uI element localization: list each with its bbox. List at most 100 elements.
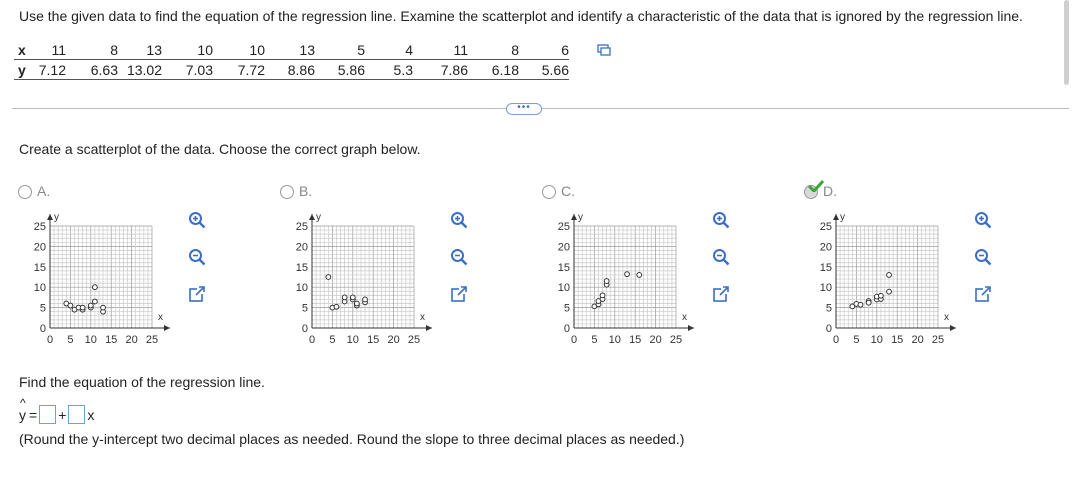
y-tick-label: 0 [40, 323, 46, 335]
zoom-out-icon[interactable] [188, 248, 206, 266]
x-value: 6 [519, 40, 569, 60]
scatterplot-option-c: 0 5 10 15 20 25 25 20 15 10 5 0 x y [558, 212, 694, 346]
data-point [333, 303, 340, 310]
option-label[interactable]: A. [37, 183, 50, 199]
y-tick-label: 20 [558, 241, 570, 253]
y-value: 13.02 [118, 59, 162, 80]
correct-check-icon [808, 180, 824, 192]
open-new-window-icon[interactable] [712, 285, 730, 303]
x-value: 5 [315, 40, 365, 60]
x-axis-label: x [682, 312, 687, 323]
y-value: 7.03 [162, 59, 213, 80]
x-tick-label: 15 [105, 334, 117, 346]
x-tick-label: 15 [891, 334, 903, 346]
regression-prompt: Find the equation of the regression line… [19, 374, 265, 390]
y-value: 5.3 [365, 59, 413, 80]
more-button[interactable]: ••• [506, 103, 542, 115]
zoom-in-icon[interactable] [712, 211, 730, 229]
option-b-radio[interactable] [280, 185, 294, 199]
x-axis-label: x [420, 312, 425, 323]
data-point [865, 299, 872, 306]
y-axis-label: y [316, 212, 321, 223]
y-tick-label: 15 [34, 262, 46, 274]
zoom-out-icon[interactable] [974, 248, 992, 266]
y-value: 5.66 [519, 59, 569, 80]
y-value: 7.86 [413, 59, 468, 80]
option-label[interactable]: B. [299, 183, 312, 199]
scatterplot-option-d: 0 5 10 15 20 25 25 20 15 10 5 0 x y [820, 212, 956, 346]
data-point [325, 274, 332, 280]
y-tick-label: 0 [826, 323, 832, 335]
x-tick-label: 5 [853, 334, 859, 346]
data-point [100, 304, 106, 311]
y-axis-arrow [571, 214, 577, 220]
y-tick-label: 10 [558, 282, 570, 294]
copy-data-icon[interactable] [597, 44, 611, 56]
scatterplot-option-b: 0 5 10 15 20 25 25 20 15 10 5 0 x y [296, 212, 432, 346]
x-tick-label: 20 [125, 334, 137, 346]
x-tick-label: 10 [609, 334, 621, 346]
hat-symbol: ^ [20, 395, 26, 410]
option-label[interactable]: D. [823, 183, 837, 199]
data-point [886, 288, 892, 295]
x-tick-label: 0 [309, 334, 315, 346]
scatterplot-prompt: Create a scatterplot of the data. Choose… [19, 141, 421, 157]
x-tick-label: 10 [347, 334, 359, 346]
data-point [91, 284, 98, 291]
slope-input[interactable] [68, 405, 86, 424]
y-tick-label: 0 [564, 323, 570, 335]
y-axis-label: y [840, 212, 845, 223]
instruction-text: Use the given data to find the equation … [19, 8, 1023, 24]
equals-sign: = [29, 406, 38, 423]
x-tick-label: 15 [367, 334, 379, 346]
intercept-input[interactable] [39, 405, 57, 424]
x-tick-label: 10 [871, 334, 883, 346]
x-row: x 11 8 13 10 10 13 5 4 11 8 6 [14, 40, 569, 60]
zoom-out-icon[interactable] [712, 248, 730, 266]
y-tick-label: 20 [34, 241, 46, 253]
zoom-in-icon[interactable] [188, 211, 206, 229]
zoom-in-icon[interactable] [450, 211, 468, 229]
y-label: y [14, 59, 32, 80]
x-value: 13 [265, 40, 315, 60]
zoom-in-icon[interactable] [974, 211, 992, 229]
y-value: 7.12 [32, 59, 66, 80]
option-label[interactable]: C. [561, 183, 575, 199]
x-label: x [14, 40, 32, 60]
data-point [79, 304, 86, 311]
x-tick-label: 20 [911, 334, 923, 346]
x-value: 4 [365, 40, 413, 60]
y-tick-label: 20 [296, 241, 308, 253]
x-tick-label: 0 [571, 334, 577, 346]
data-point [362, 296, 368, 303]
data-point [636, 272, 643, 278]
x-value: 11 [413, 40, 468, 60]
x-tick-label: 0 [47, 334, 53, 346]
y-tick-label: 10 [34, 282, 46, 294]
x-tick-label: 25 [670, 334, 682, 346]
x-tick-label: 25 [932, 334, 944, 346]
y-tick-label: 25 [820, 221, 832, 233]
y-tick-label: 5 [302, 303, 308, 315]
x-axis-label: x [944, 312, 949, 323]
x-tick-label: 20 [649, 334, 661, 346]
open-new-window-icon[interactable] [974, 285, 992, 303]
x-value: 10 [213, 40, 265, 60]
open-new-window-icon[interactable] [188, 285, 206, 303]
option-c-radio[interactable] [542, 185, 556, 199]
y-tick-label: 25 [558, 221, 570, 233]
scrollbar-thumb[interactable] [1064, 0, 1069, 85]
y-tick-label: 5 [40, 303, 46, 315]
y-tick-label: 10 [296, 282, 308, 294]
data-point [624, 271, 630, 278]
y-tick-label: 15 [296, 262, 308, 274]
data-point [91, 298, 98, 305]
y-tick-label: 10 [820, 282, 832, 294]
y-axis-arrow [47, 214, 53, 220]
open-new-window-icon[interactable] [450, 285, 468, 303]
option-a-radio[interactable] [18, 185, 32, 199]
zoom-out-icon[interactable] [450, 248, 468, 266]
y-value: 7.72 [213, 59, 265, 80]
y-axis-arrow [833, 214, 839, 220]
data-point [353, 300, 360, 307]
